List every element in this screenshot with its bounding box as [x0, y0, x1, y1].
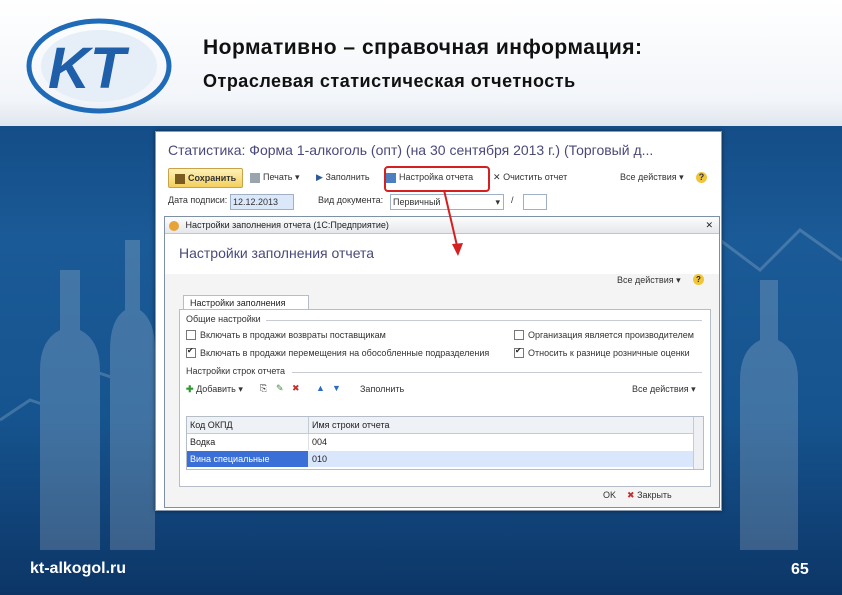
- slide: KT Нормативно – справочная информация: О…: [0, 0, 842, 595]
- footer-site: kt-alkogol.ru: [30, 560, 127, 577]
- pointer-arrow-icon: [443, 189, 463, 256]
- page-number: 65: [791, 561, 809, 578]
